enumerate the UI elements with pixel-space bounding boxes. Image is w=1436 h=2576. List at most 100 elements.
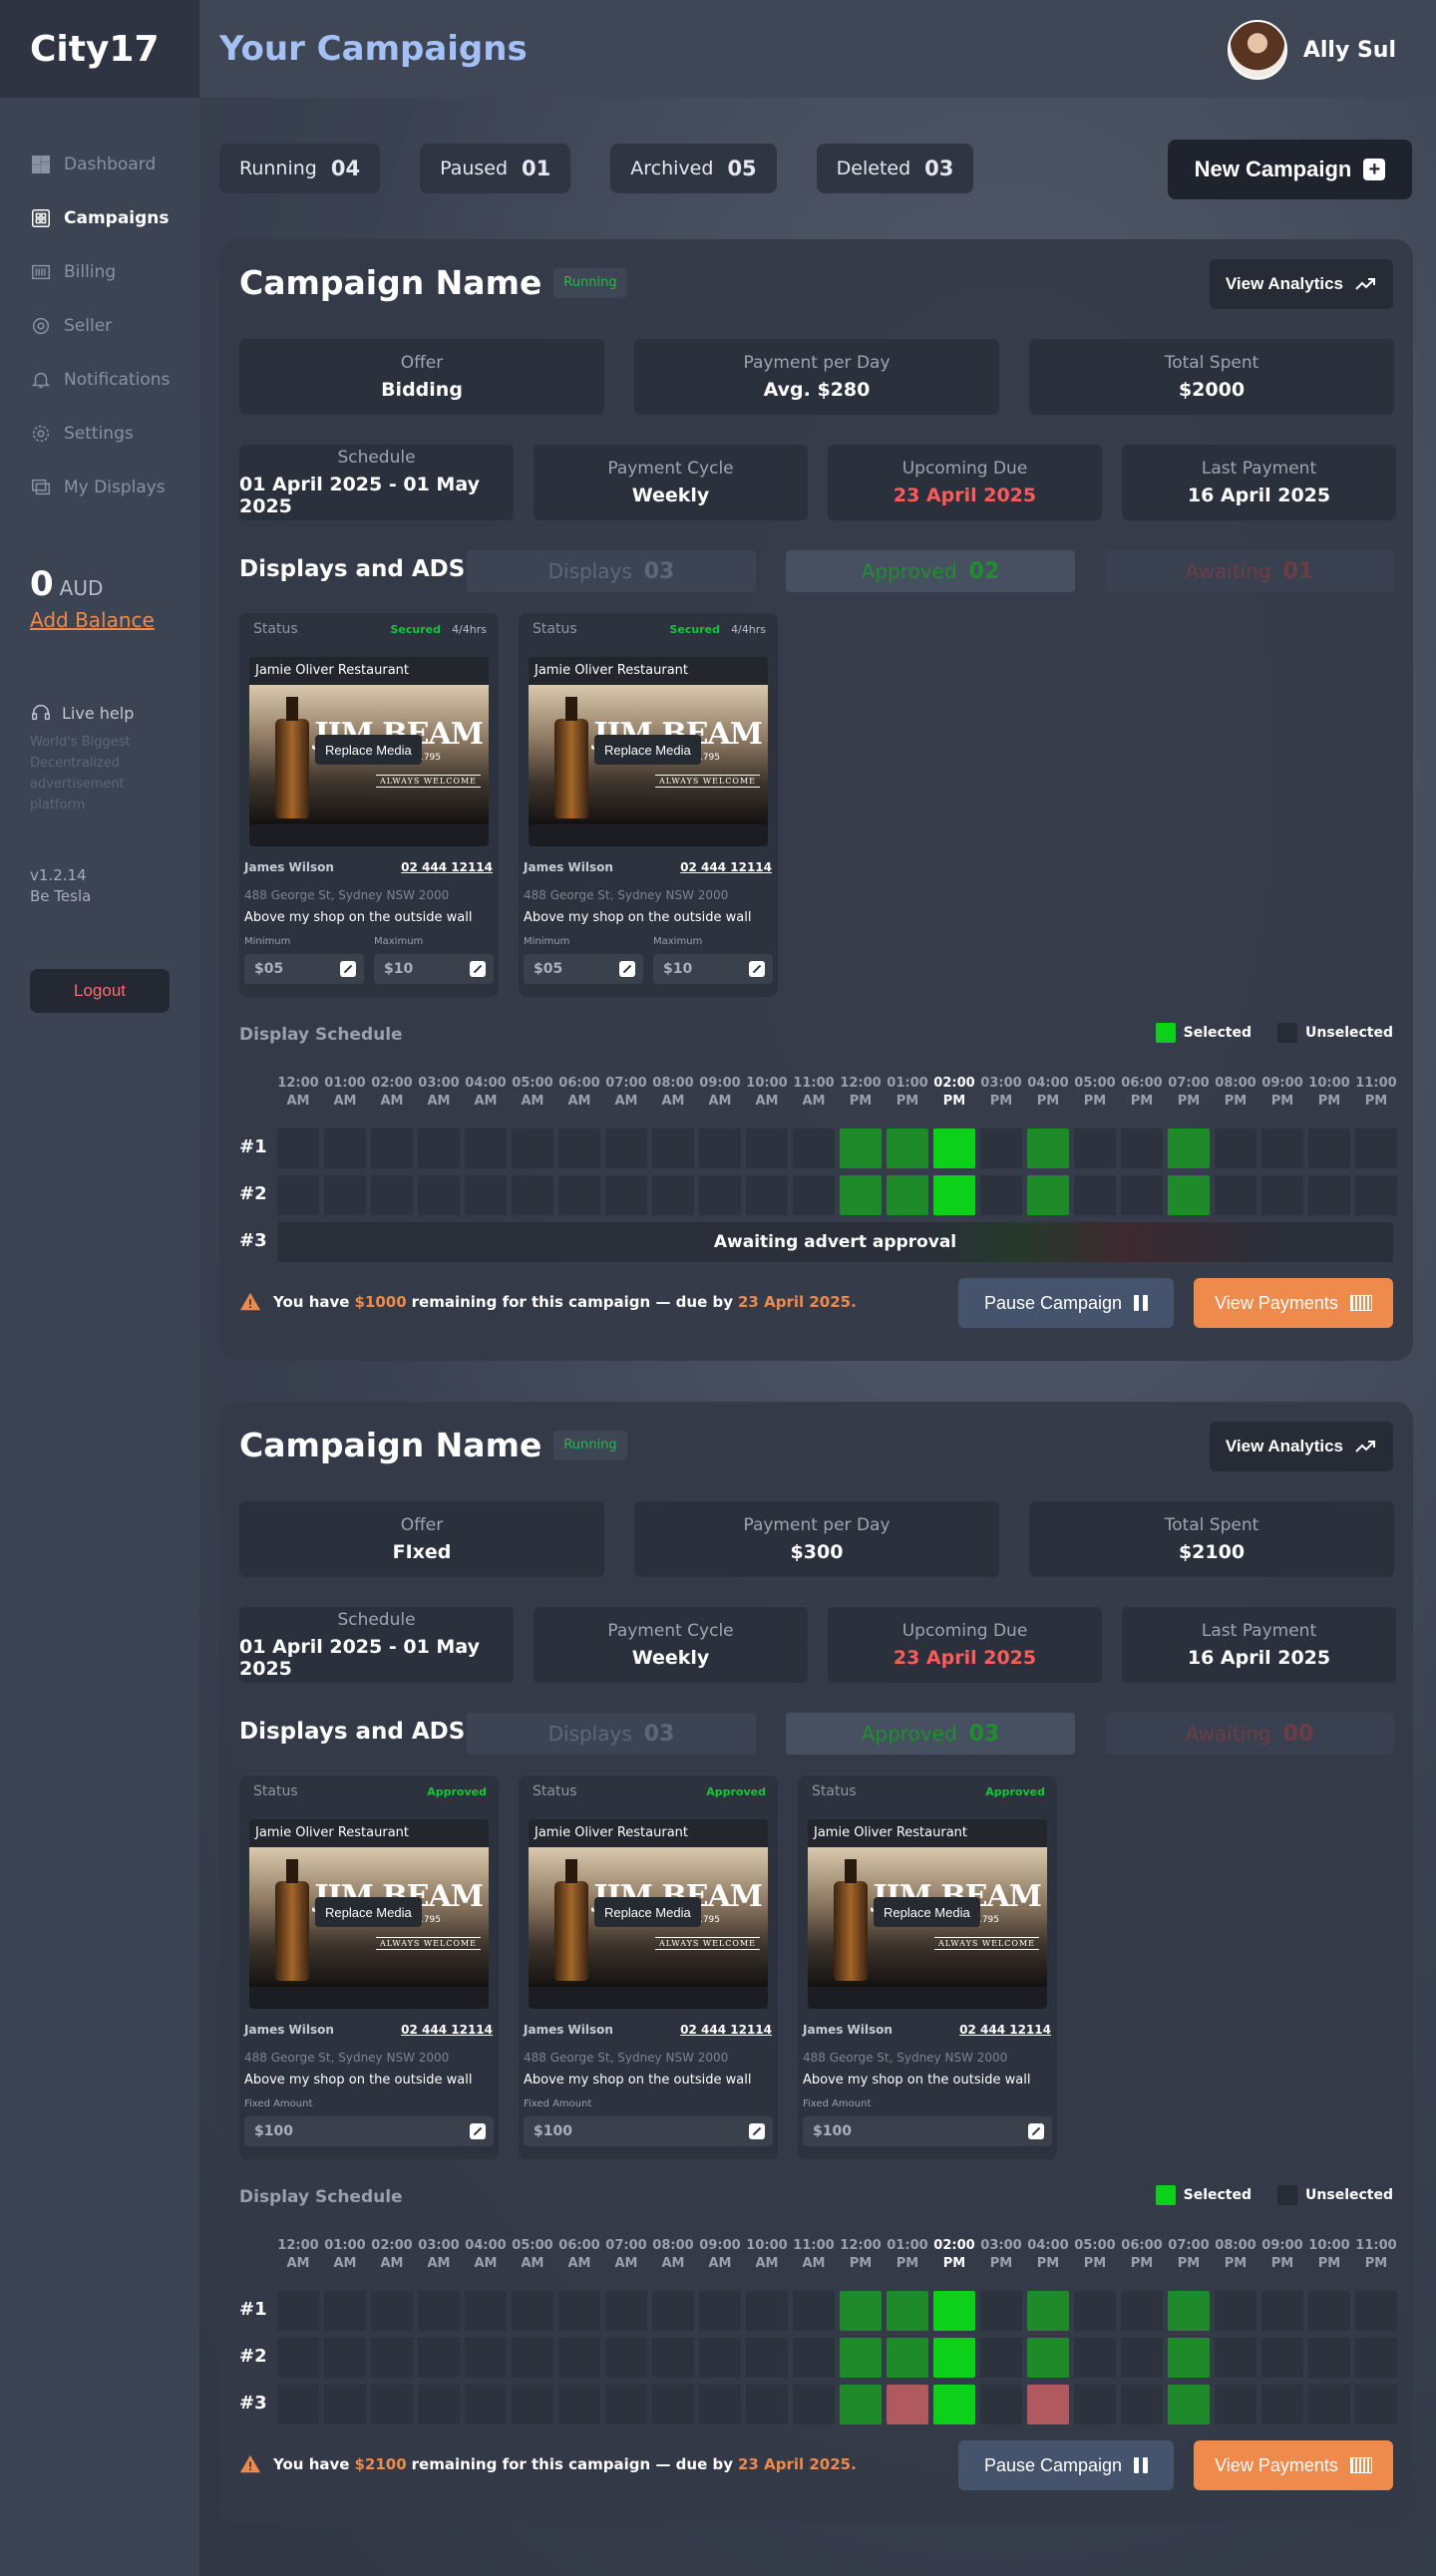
nav-item-settings[interactable]: Settings (0, 407, 199, 461)
schedule-cell[interactable] (324, 1128, 366, 1168)
schedule-cell[interactable] (1308, 1128, 1350, 1168)
user-menu[interactable]: Ally Sul (1227, 20, 1396, 80)
new-campaign-button[interactable]: New Campaign + (1168, 140, 1412, 199)
schedule-cell[interactable] (605, 2385, 647, 2424)
nav-item-notifications[interactable]: Notifications (0, 353, 199, 407)
owner-phone[interactable]: 02 444 12114 (680, 860, 772, 874)
fixed-amount-input[interactable]: $100 (244, 2116, 494, 2146)
schedule-cell[interactable] (933, 1175, 975, 1215)
schedule-cell[interactable] (887, 2385, 928, 2424)
minimum-input[interactable]: $05 (524, 954, 643, 984)
schedule-cell[interactable] (512, 2291, 553, 2331)
owner-phone[interactable]: 02 444 12114 (401, 860, 493, 874)
schedule-cell[interactable] (418, 2291, 460, 2331)
nav-item-billing[interactable]: Billing (0, 245, 199, 299)
schedule-cell[interactable] (840, 2338, 882, 2378)
view-analytics-button[interactable]: View Analytics (1209, 1422, 1393, 1471)
schedule-cell[interactable] (840, 1128, 882, 1168)
schedule-cell[interactable] (793, 2291, 835, 2331)
schedule-cell[interactable] (371, 1128, 413, 1168)
schedule-cell[interactable] (324, 2291, 366, 2331)
schedule-cell[interactable] (1168, 2291, 1210, 2331)
filter-archived[interactable]: Archived 05 (610, 144, 777, 193)
schedule-cell[interactable] (746, 1128, 788, 1168)
view-payments-button[interactable]: View Payments (1194, 2440, 1393, 2490)
schedule-cell[interactable] (1355, 2385, 1397, 2424)
schedule-cell[interactable] (418, 1128, 460, 1168)
schedule-cell[interactable] (371, 2385, 413, 2424)
view-payments-button[interactable]: View Payments (1194, 1278, 1393, 1328)
edit-icon[interactable] (619, 961, 635, 977)
minimum-input[interactable]: $05 (244, 954, 364, 984)
schedule-cell[interactable] (1261, 2291, 1303, 2331)
tab-awaiting[interactable]: Awaiting 00 (1105, 1713, 1394, 1755)
owner-phone[interactable]: 02 444 12114 (959, 2023, 1051, 2037)
schedule-cell[interactable] (887, 2338, 928, 2378)
filter-running[interactable]: Running 04 (219, 144, 381, 193)
replace-media-button[interactable]: Replace Media (315, 735, 422, 765)
schedule-cell[interactable] (1027, 2291, 1069, 2331)
schedule-cell[interactable] (1308, 2291, 1350, 2331)
schedule-cell[interactable] (1215, 1128, 1256, 1168)
schedule-cell[interactable] (699, 2385, 741, 2424)
schedule-cell[interactable] (1027, 1175, 1069, 1215)
schedule-cell[interactable] (605, 2338, 647, 2378)
schedule-cell[interactable] (1355, 2291, 1397, 2331)
schedule-cell[interactable] (1261, 1128, 1303, 1168)
schedule-cell[interactable] (558, 1128, 600, 1168)
schedule-cell[interactable] (277, 1128, 319, 1168)
schedule-cell[interactable] (933, 2291, 975, 2331)
schedule-cell[interactable] (1121, 1175, 1163, 1215)
schedule-cell[interactable] (1261, 2338, 1303, 2378)
nav-item-my-displays[interactable]: My Displays (0, 461, 199, 514)
schedule-cell[interactable] (1027, 2338, 1069, 2378)
edit-icon[interactable] (749, 961, 765, 977)
edit-icon[interactable] (1028, 2123, 1044, 2139)
schedule-cell[interactable] (605, 1128, 647, 1168)
owner-phone[interactable]: 02 444 12114 (401, 2023, 493, 2037)
schedule-cell[interactable] (1121, 2338, 1163, 2378)
schedule-cell[interactable] (277, 2385, 319, 2424)
schedule-cell[interactable] (418, 1175, 460, 1215)
schedule-cell[interactable] (277, 2338, 319, 2378)
schedule-cell[interactable] (840, 1175, 882, 1215)
replace-media-button[interactable]: Replace Media (315, 1897, 422, 1927)
schedule-cell[interactable] (465, 1128, 507, 1168)
schedule-cell[interactable] (1261, 2385, 1303, 2424)
schedule-cell[interactable] (1074, 2385, 1116, 2424)
schedule-cell[interactable] (933, 1128, 975, 1168)
view-analytics-button[interactable]: View Analytics (1209, 259, 1393, 309)
tab-displays[interactable]: Displays 03 (467, 550, 756, 592)
schedule-cell[interactable] (418, 2338, 460, 2378)
schedule-cell[interactable] (933, 2385, 975, 2424)
schedule-cell[interactable] (652, 2291, 694, 2331)
schedule-cell[interactable] (1215, 2385, 1256, 2424)
nav-item-campaigns[interactable]: Campaigns (0, 191, 199, 245)
schedule-cell[interactable] (1355, 1128, 1397, 1168)
maximum-input[interactable]: $10 (653, 954, 773, 984)
schedule-cell[interactable] (1308, 1175, 1350, 1215)
edit-icon[interactable] (340, 961, 356, 977)
schedule-cell[interactable] (418, 2385, 460, 2424)
schedule-cell[interactable] (1355, 2338, 1397, 2378)
maximum-input[interactable]: $10 (374, 954, 494, 984)
schedule-cell[interactable] (1027, 1128, 1069, 1168)
schedule-cell[interactable] (652, 2338, 694, 2378)
live-help[interactable]: Live help World's Biggest Decentralized … (0, 632, 199, 815)
schedule-cell[interactable] (1168, 1128, 1210, 1168)
schedule-cell[interactable] (371, 2338, 413, 2378)
schedule-cell[interactable] (652, 2385, 694, 2424)
schedule-cell[interactable] (324, 2338, 366, 2378)
schedule-cell[interactable] (652, 1128, 694, 1168)
edit-icon[interactable] (749, 2123, 765, 2139)
schedule-cell[interactable] (980, 2338, 1022, 2378)
add-balance-link[interactable]: Add Balance (30, 608, 155, 632)
logout-button[interactable]: Logout (30, 969, 170, 1013)
schedule-cell[interactable] (746, 2338, 788, 2378)
schedule-cell[interactable] (887, 1128, 928, 1168)
schedule-cell[interactable] (1074, 2291, 1116, 2331)
schedule-cell[interactable] (1168, 2338, 1210, 2378)
tab-awaiting[interactable]: Awaiting 01 (1105, 550, 1394, 592)
schedule-cell[interactable] (512, 1128, 553, 1168)
schedule-cell[interactable] (652, 1175, 694, 1215)
